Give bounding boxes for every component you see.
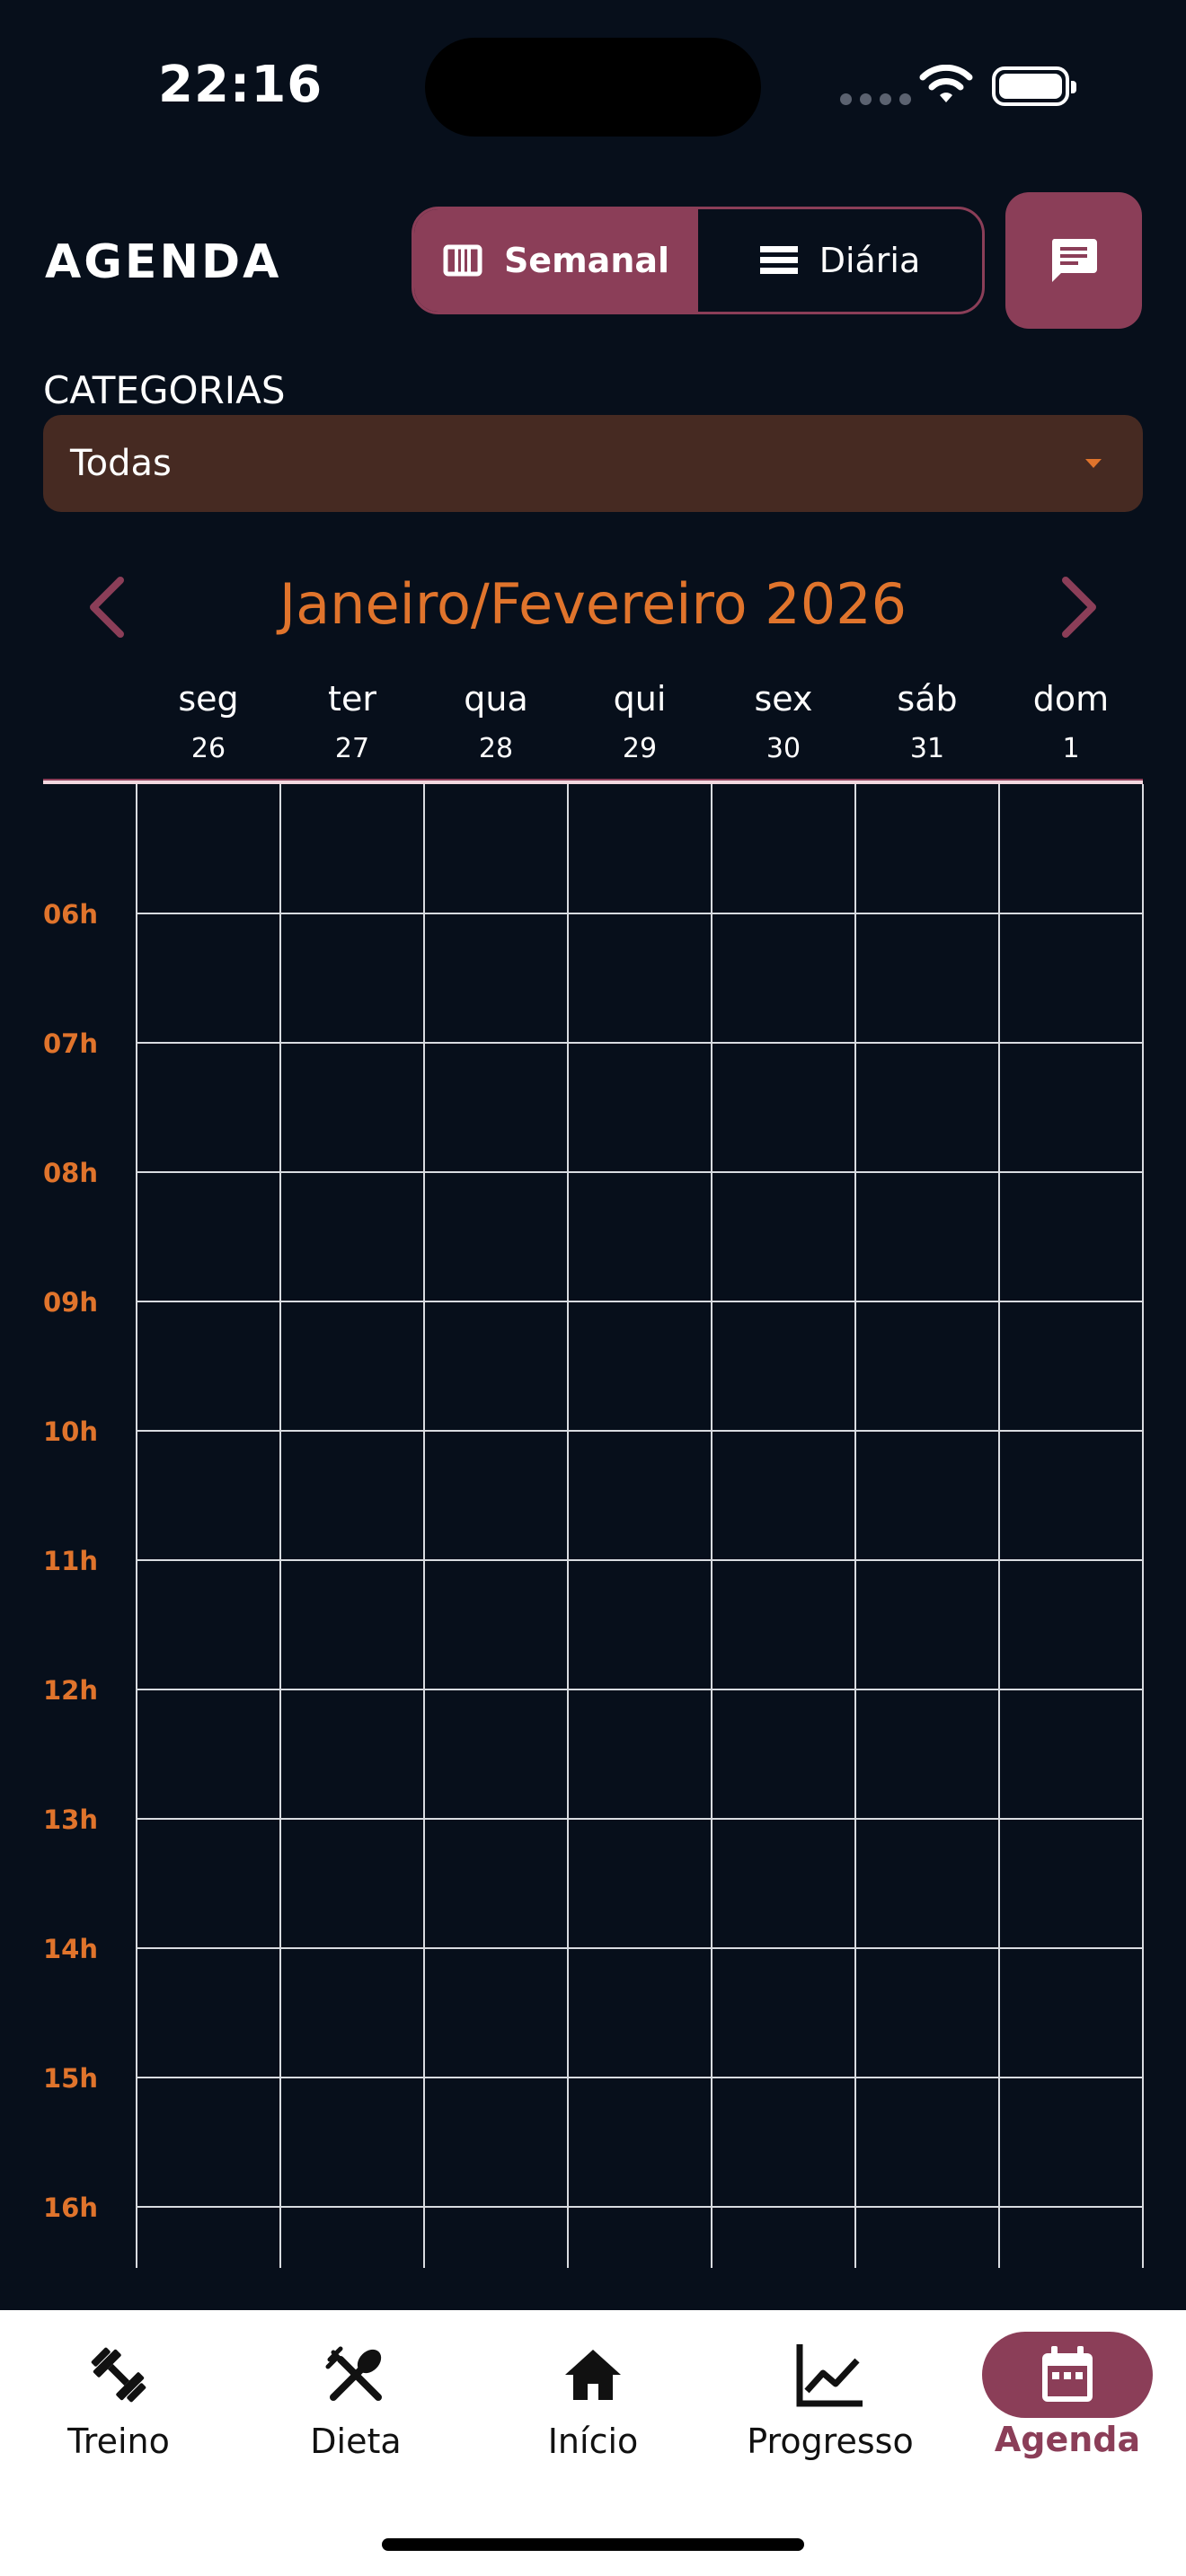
grid-column-line bbox=[854, 784, 856, 2268]
day-name: ter bbox=[328, 679, 376, 719]
grid-hour-line bbox=[137, 1947, 1143, 1949]
day-column-header[interactable]: sex 30 bbox=[712, 679, 855, 764]
status-time: 22:16 bbox=[158, 56, 323, 114]
hour-label: 14h bbox=[43, 1934, 99, 1964]
grid-hour-line bbox=[137, 1301, 1143, 1302]
category-dropdown[interactable]: Todas bbox=[43, 415, 1143, 512]
grid-hour-line bbox=[137, 1559, 1143, 1561]
week-days-header: seg 26 ter 27 qua 28 qui 29 sex 30 sáb 31 dom 1 bbox=[137, 679, 1143, 764]
view-toggle[interactable]: Semanal Diária bbox=[412, 207, 985, 314]
home-indicator bbox=[382, 2538, 804, 2551]
grid-column-line bbox=[1142, 784, 1144, 2268]
hour-label: 15h bbox=[43, 2063, 99, 2094]
grid-hour-line bbox=[137, 1689, 1143, 1690]
hour-label: 16h bbox=[43, 2192, 99, 2223]
grid-column-line bbox=[279, 784, 281, 2268]
tab-inicio[interactable]: Início bbox=[474, 2330, 712, 2474]
grid-column-line bbox=[567, 784, 569, 2268]
signal-dots-icon bbox=[840, 93, 911, 105]
hour-label: 06h bbox=[43, 899, 99, 930]
weekly-view-label: Semanal bbox=[503, 241, 670, 280]
grid-hour-line bbox=[137, 913, 1143, 914]
grid-hour-line bbox=[137, 2077, 1143, 2078]
day-column-header[interactable]: dom 1 bbox=[999, 679, 1143, 764]
day-column-header[interactable]: ter 27 bbox=[280, 679, 424, 764]
day-name: seg bbox=[178, 679, 239, 719]
day-date: 29 bbox=[622, 733, 658, 764]
caret-down-icon bbox=[1085, 459, 1102, 468]
bottom-nav-tabs: Treino Dieta Início Progresso Agenda bbox=[0, 2330, 1186, 2474]
tab-label: Progresso bbox=[747, 2422, 914, 2461]
day-column-header[interactable]: sáb 31 bbox=[855, 679, 999, 764]
chat-button[interactable] bbox=[1005, 192, 1142, 329]
dynamic-island bbox=[425, 38, 761, 137]
day-column-header[interactable]: seg 26 bbox=[137, 679, 280, 764]
tab-dieta[interactable]: Dieta bbox=[237, 2330, 474, 2474]
day-name: sáb bbox=[897, 679, 958, 719]
chat-icon bbox=[1051, 239, 1097, 282]
calendar-icon bbox=[1042, 2346, 1093, 2402]
tab-treino[interactable]: Treino bbox=[0, 2330, 237, 2474]
day-column-header[interactable]: qua 28 bbox=[424, 679, 568, 764]
day-name: sex bbox=[754, 679, 813, 719]
hour-label: 08h bbox=[43, 1158, 99, 1188]
hour-label: 11h bbox=[43, 1546, 99, 1576]
tab-agenda[interactable]: Agenda bbox=[949, 2330, 1186, 2474]
grid-hour-line bbox=[137, 1818, 1143, 1820]
day-date: 26 bbox=[190, 733, 226, 764]
daily-view-label: Diária bbox=[819, 241, 921, 280]
tab-label: Treino bbox=[67, 2422, 170, 2461]
grid-column-line bbox=[711, 784, 712, 2268]
wifi-icon bbox=[919, 65, 973, 102]
tab-label: Agenda bbox=[994, 2420, 1141, 2459]
page-title: AGENDA bbox=[45, 235, 282, 289]
week-calendar-grid[interactable]: 06h 07h 08h 09h 10h 11h 12h 13h 14h 15h 16h bbox=[43, 784, 1144, 2268]
day-column-header[interactable]: qui 29 bbox=[568, 679, 712, 764]
daily-view-button[interactable]: Diária bbox=[698, 209, 982, 312]
chart-line-icon bbox=[796, 2344, 863, 2407]
grid-column-line bbox=[423, 784, 425, 2268]
hour-label: 09h bbox=[43, 1287, 99, 1318]
tab-progresso[interactable]: Progresso bbox=[712, 2330, 949, 2474]
day-date: 27 bbox=[334, 733, 370, 764]
grid-hour-line bbox=[137, 1430, 1143, 1432]
category-selected-value: Todas bbox=[70, 443, 172, 484]
weekly-view-button[interactable]: Semanal bbox=[414, 209, 698, 312]
grid-hour-line bbox=[137, 2206, 1143, 2208]
calendar-period-title: Janeiro/Fevereiro 2026 bbox=[279, 571, 907, 637]
day-date: 1 bbox=[1062, 733, 1080, 764]
day-name: qua bbox=[464, 679, 528, 719]
tab-label: Dieta bbox=[310, 2422, 402, 2461]
hour-label: 13h bbox=[43, 1804, 99, 1835]
previous-week-button[interactable] bbox=[86, 575, 126, 640]
hour-label: 07h bbox=[43, 1028, 99, 1059]
grid-hour-line bbox=[137, 1171, 1143, 1173]
fork-spoon-icon bbox=[325, 2346, 382, 2401]
home-icon bbox=[565, 2350, 621, 2400]
day-date: 28 bbox=[478, 733, 514, 764]
columns-icon bbox=[443, 244, 482, 277]
day-date: 31 bbox=[909, 733, 945, 764]
dumbbell-icon bbox=[91, 2347, 146, 2403]
day-name: dom bbox=[1032, 679, 1110, 719]
battery-icon bbox=[992, 66, 1076, 106]
grid-hour-line bbox=[137, 1042, 1143, 1044]
grid-column-line bbox=[998, 784, 1000, 2268]
day-date: 30 bbox=[766, 733, 801, 764]
rows-icon bbox=[759, 246, 798, 274]
day-name: qui bbox=[613, 679, 667, 719]
grid-column-line bbox=[136, 784, 137, 2268]
next-week-button[interactable] bbox=[1060, 575, 1100, 640]
hour-label: 10h bbox=[43, 1416, 99, 1447]
tab-label: Início bbox=[547, 2422, 639, 2461]
hour-label: 12h bbox=[43, 1675, 99, 1706]
categories-label: CATEGORIAS bbox=[43, 368, 286, 412]
